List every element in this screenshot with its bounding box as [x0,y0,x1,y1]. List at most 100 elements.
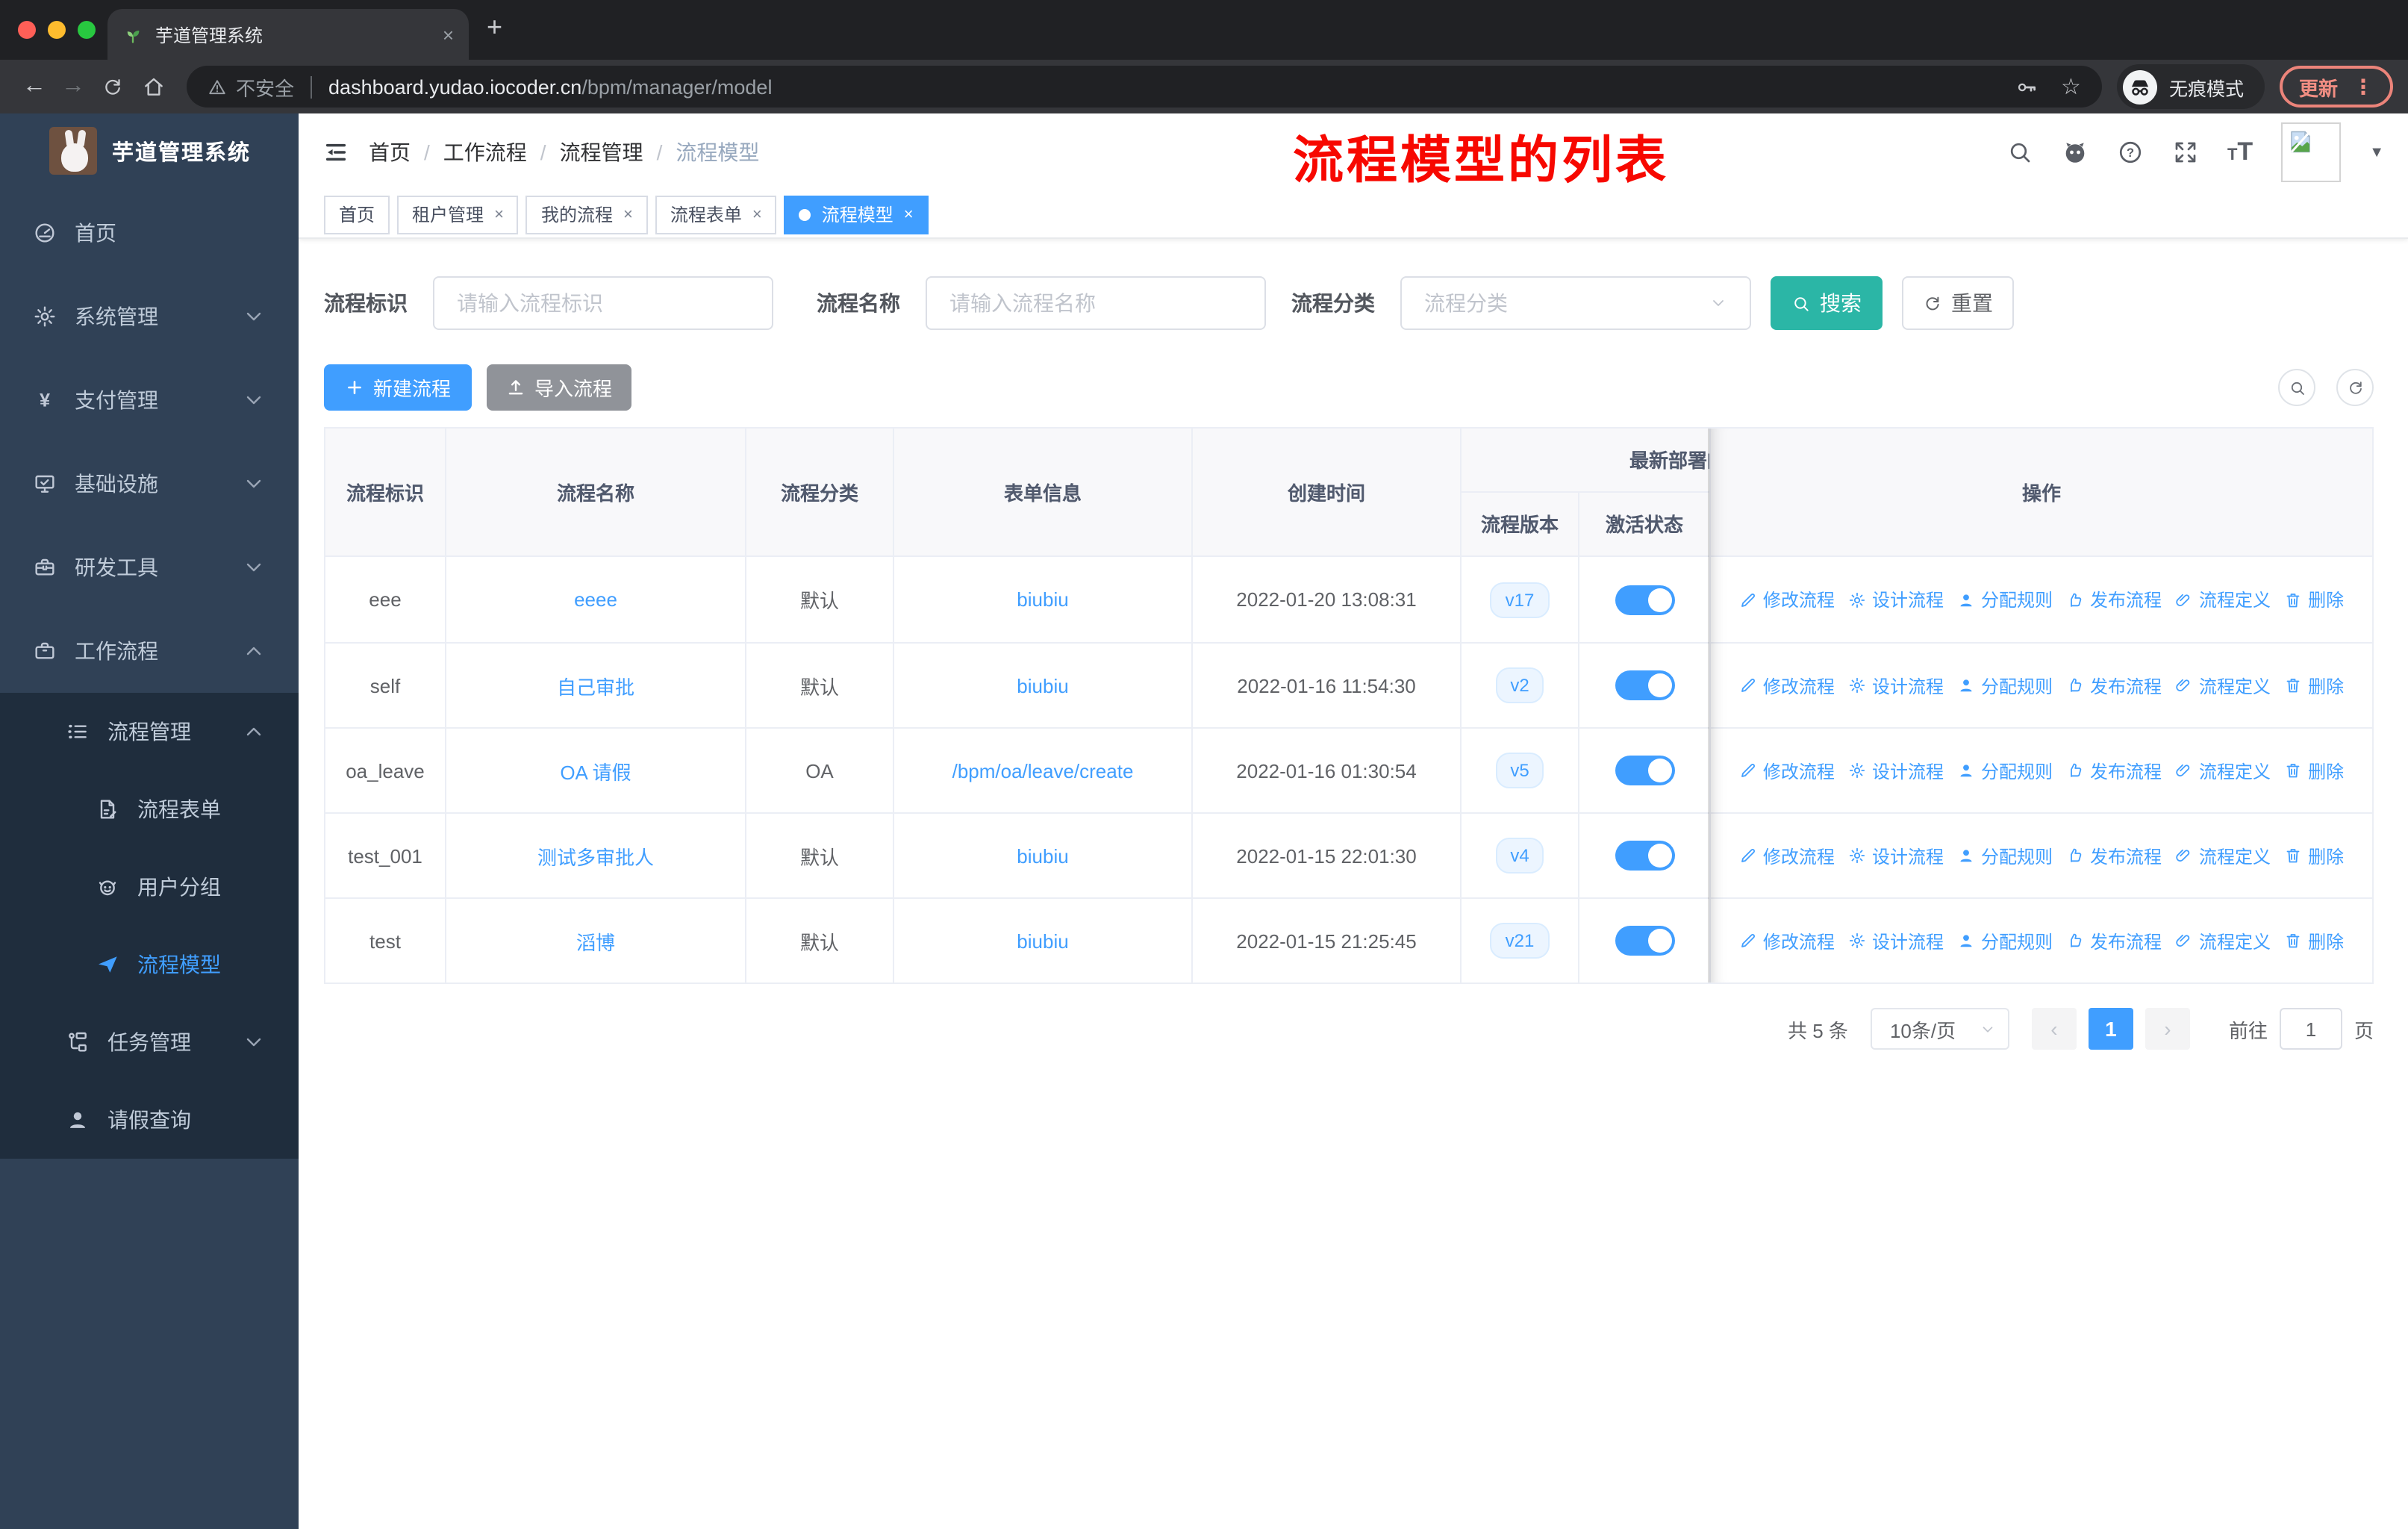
import-process-button[interactable]: 导入流程 [487,364,632,411]
action-edit-process[interactable]: 修改流程 [1739,928,1835,953]
form-info-link[interactable]: /bpm/oa/leave/create [952,759,1134,782]
process-name-link[interactable]: 测试多审批人 [537,841,654,870]
action-delete[interactable]: 删除 [2284,843,2344,868]
hamburger-icon[interactable] [324,140,348,164]
action-edit-process[interactable]: 修改流程 [1739,843,1835,868]
tab-process-model[interactable]: 流程模型 [784,195,929,234]
form-info-link[interactable]: biubiu [1017,929,1068,952]
breadcrumb-item[interactable]: 流程管理 [560,137,643,167]
breadcrumb-item[interactable]: 工作流程 [443,137,527,167]
action-design-process[interactable]: 设计流程 [1848,758,1944,783]
search-icon[interactable] [2006,139,2033,166]
window-close-button[interactable] [18,21,36,39]
sidebar-item-infra[interactable]: 基础设施 [0,442,299,526]
version-badge[interactable]: v5 [1495,753,1544,788]
process-name-link[interactable]: 滔博 [576,927,615,955]
action-edit-process[interactable]: 修改流程 [1739,587,1835,612]
action-delete[interactable]: 删除 [2284,587,2344,612]
action-deploy-process[interactable]: 发布流程 [2066,843,2162,868]
tab-tenant[interactable]: 租户管理 [397,195,519,234]
avatar[interactable] [2281,122,2342,182]
key-icon[interactable] [2015,75,2037,98]
tab-process-form[interactable]: 流程表单 [655,195,777,234]
close-icon[interactable] [494,205,504,223]
action-process-definition[interactable]: 流程定义 [2175,673,2271,698]
create-process-button[interactable]: 新建流程 [324,364,472,411]
action-deploy-process[interactable]: 发布流程 [2066,587,2162,612]
breadcrumb-item[interactable]: 首页 [369,137,411,167]
action-design-process[interactable]: 设计流程 [1848,673,1944,698]
prev-page-button[interactable] [2031,1008,2077,1050]
sidebar-item-task-mgmt[interactable]: 任务管理 [0,1003,299,1081]
action-deploy-process[interactable]: 发布流程 [2066,673,2162,698]
sidebar-item-user-group[interactable]: 用户分组 [0,848,299,926]
action-assign-rule[interactable]: 分配规则 [1957,673,2053,698]
forward-button[interactable] [54,73,93,100]
github-icon[interactable] [2062,139,2089,166]
version-badge[interactable]: v17 [1490,582,1550,617]
sidebar-item-payment[interactable]: 支付管理 [0,358,299,442]
active-status-toggle[interactable] [1615,926,1674,956]
tab-close-icon[interactable] [443,23,454,46]
address-bar[interactable]: 不安全 dashboard.yudao.iocoder.cn/bpm/manag… [187,66,2102,108]
action-process-definition[interactable]: 流程定义 [2175,843,2271,868]
reload-button[interactable] [102,75,124,98]
fullscreen-icon[interactable] [2172,139,2199,166]
action-assign-rule[interactable]: 分配规则 [1957,587,2053,612]
update-button[interactable]: 更新 [2279,66,2393,108]
action-edit-process[interactable]: 修改流程 [1739,673,1835,698]
close-icon[interactable] [752,205,762,223]
version-badge[interactable]: v2 [1495,667,1544,703]
action-design-process[interactable]: 设计流程 [1848,843,1944,868]
action-design-process[interactable]: 设计流程 [1848,587,1944,612]
action-delete[interactable]: 删除 [2284,928,2344,953]
bookmark-star-icon[interactable] [2061,73,2081,100]
close-icon[interactable] [623,205,633,223]
sidebar-item-devtools[interactable]: 研发工具 [0,526,299,609]
action-deploy-process[interactable]: 发布流程 [2066,758,2162,783]
form-info-link[interactable]: biubiu [1017,844,1068,867]
search-button[interactable]: 搜索 [1771,276,1883,330]
browser-tab[interactable]: 芋道管理系统 [107,9,469,60]
action-design-process[interactable]: 设计流程 [1848,928,1944,953]
tab-home[interactable]: 首页 [324,195,390,234]
font-size-icon[interactable] [2227,137,2253,167]
goto-page-input[interactable] [2279,1008,2342,1050]
filter-name-input[interactable] [926,276,1266,330]
version-badge[interactable]: v21 [1490,923,1550,959]
action-assign-rule[interactable]: 分配规则 [1957,843,2053,868]
tab-my-process[interactable]: 我的流程 [525,195,648,234]
action-delete[interactable]: 删除 [2284,673,2344,698]
refresh-table-button[interactable] [2336,369,2374,406]
action-process-definition[interactable]: 流程定义 [2175,758,2271,783]
process-name-link[interactable]: 自己审批 [557,671,634,700]
active-status-toggle[interactable] [1615,756,1674,785]
browser-menu-icon[interactable] [2353,74,2374,99]
sidebar-item-process-mgmt[interactable]: 流程管理 [0,693,299,770]
sidebar-logo[interactable]: 芋道管理系统 [0,113,299,188]
sidebar-item-system[interactable]: 系统管理 [0,275,299,358]
action-assign-rule[interactable]: 分配规则 [1957,928,2053,953]
filter-key-input[interactable] [433,276,773,330]
current-page-button[interactable]: 1 [2088,1008,2133,1050]
action-deploy-process[interactable]: 发布流程 [2066,928,2162,953]
action-process-definition[interactable]: 流程定义 [2175,928,2271,953]
active-status-toggle[interactable] [1615,841,1674,871]
window-minimize-button[interactable] [48,21,66,39]
sidebar-item-process-model[interactable]: 流程模型 [0,926,299,1003]
version-badge[interactable]: v4 [1495,838,1544,874]
home-button[interactable] [142,75,166,99]
window-zoom-button[interactable] [78,21,96,39]
security-chip[interactable]: 不安全 [208,72,294,101]
back-button[interactable] [15,73,54,100]
active-status-toggle[interactable] [1615,670,1674,700]
form-info-link[interactable]: biubiu [1017,588,1068,611]
process-name-link[interactable]: eeee [574,588,617,611]
avatar-caret-icon[interactable] [2369,144,2384,161]
sidebar-item-process-form[interactable]: 流程表单 [0,770,299,848]
page-size-select[interactable]: 10条/页 [1870,1008,2009,1050]
help-icon[interactable] [2117,139,2144,166]
sidebar-item-home[interactable]: 首页 [0,191,299,275]
active-status-toggle[interactable] [1615,585,1674,614]
next-page-button[interactable] [2145,1008,2190,1050]
